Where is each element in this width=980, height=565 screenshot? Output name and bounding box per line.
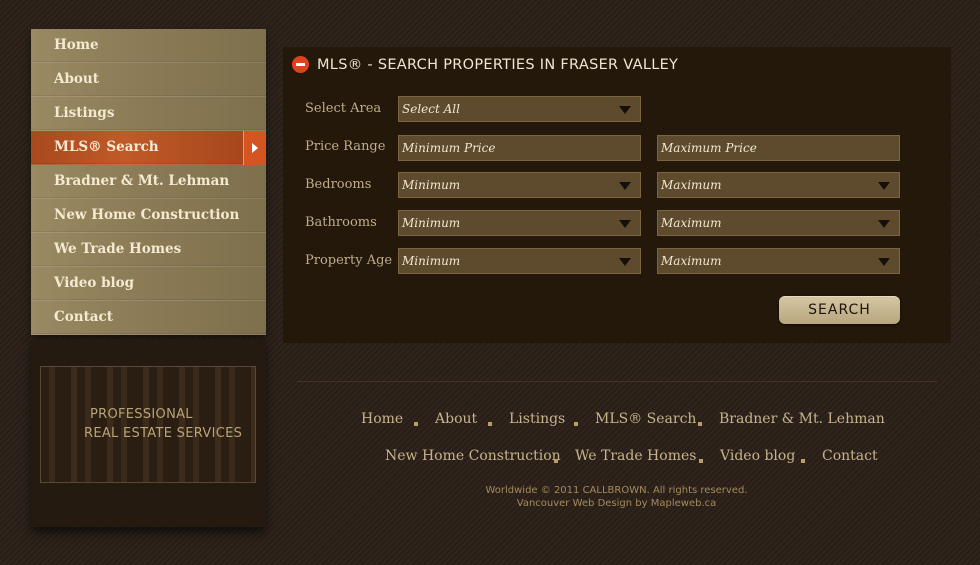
age-min-select[interactable]: Minimum — [398, 248, 641, 274]
sidebar-item-listings[interactable]: Listings — [31, 97, 266, 131]
dropdown-arrow-icon — [878, 220, 890, 228]
footer-link-we-trade-homes[interactable]: We Trade Homes — [575, 448, 696, 464]
sidebar-item-about[interactable]: About — [31, 63, 266, 97]
footer-link-new-home-construction[interactable]: New Home Construction — [385, 448, 561, 464]
promo-text: PROFESSIONAL — [90, 407, 193, 422]
min-price-input[interactable]: Minimum Price — [398, 135, 641, 161]
sidebar-item-bradner[interactable]: Bradner & Mt. Lehman — [31, 165, 266, 199]
area-select-value: Select All — [402, 102, 460, 116]
sidebar-item-contact[interactable]: Contact — [31, 301, 266, 335]
collapse-icon[interactable] — [292, 56, 309, 73]
select-value: Maximum — [661, 216, 722, 230]
footer-link-contact[interactable]: Contact — [822, 448, 878, 464]
sidebar-item-home[interactable]: Home — [31, 29, 266, 63]
sidebar-item-we-trade-homes[interactable]: We Trade Homes — [31, 233, 266, 267]
search-button[interactable]: SEARCH — [779, 296, 900, 324]
panel-title: MLS® - SEARCH PROPERTIES IN FRASER VALLE… — [317, 56, 679, 73]
separator-dot — [488, 422, 492, 426]
sidebar: Home About Listings MLS® Search Bradner … — [31, 29, 266, 527]
dropdown-arrow-icon — [878, 258, 890, 266]
copyright-text: Worldwide © 2011 CALLBROWN. All rights r… — [485, 485, 748, 496]
select-value: Maximum — [661, 178, 722, 192]
footer-link-bradner[interactable]: Bradner & Mt. Lehman — [719, 411, 885, 427]
select-value: Minimum — [402, 178, 461, 192]
promo-banner[interactable]: PROFESSIONAL REAL ESTATE SERVICES — [40, 366, 256, 483]
separator-dot — [699, 459, 703, 463]
dropdown-arrow-icon — [878, 182, 890, 190]
bathrooms-label: Bathrooms — [305, 215, 377, 230]
promo-text: REAL ESTATE SERVICES — [84, 426, 243, 441]
footer-link-about[interactable]: About — [435, 411, 477, 427]
sidebar-item-mls-search[interactable]: MLS® Search — [31, 131, 266, 165]
bathrooms-max-select[interactable]: Maximum — [657, 210, 900, 236]
dropdown-arrow-icon — [619, 182, 631, 190]
age-max-select[interactable]: Maximum — [657, 248, 900, 274]
footer-link-mls-search[interactable]: MLS® Search — [595, 411, 696, 427]
area-label: Select Area — [305, 101, 382, 116]
bedrooms-label: Bedrooms — [305, 177, 372, 192]
mls-search-panel: MLS® - SEARCH PROPERTIES IN FRASER VALLE… — [283, 47, 951, 343]
separator-dot — [414, 422, 418, 426]
separator-dot — [554, 459, 558, 463]
separator-dot — [698, 422, 702, 426]
footer-link-home[interactable]: Home — [361, 411, 403, 427]
property-age-label: Property Age — [305, 253, 393, 268]
select-value: Minimum — [402, 254, 461, 268]
dropdown-arrow-icon — [619, 106, 631, 114]
bedrooms-min-select[interactable]: Minimum — [398, 172, 641, 198]
select-value: Maximum — [661, 254, 722, 268]
sidebar-item-new-home-construction[interactable]: New Home Construction — [31, 199, 266, 233]
sidebar-nav: Home About Listings MLS® Search Bradner … — [31, 29, 266, 335]
footer-link-listings[interactable]: Listings — [509, 411, 565, 427]
sidebar-item-label: MLS® Search — [54, 139, 159, 155]
bedrooms-max-select[interactable]: Maximum — [657, 172, 900, 198]
dropdown-arrow-icon — [619, 258, 631, 266]
separator-dot — [574, 422, 578, 426]
area-select[interactable]: Select All — [398, 96, 641, 122]
dropdown-arrow-icon — [619, 220, 631, 228]
footer-divider — [297, 381, 937, 382]
chevron-right-icon — [243, 131, 266, 165]
credit-link[interactable]: Vancouver Web Design by Mapleweb.ca — [0, 498, 980, 509]
panel-header: MLS® - SEARCH PROPERTIES IN FRASER VALLE… — [292, 56, 678, 73]
max-price-input[interactable]: Maximum Price — [657, 135, 900, 161]
sidebar-item-video-blog[interactable]: Video blog — [31, 267, 266, 301]
select-value: Minimum — [402, 216, 461, 230]
separator-dot — [801, 459, 805, 463]
footer-link-video-blog[interactable]: Video blog — [720, 448, 795, 464]
price-range-label: Price Range — [305, 139, 386, 154]
bathrooms-min-select[interactable]: Minimum — [398, 210, 641, 236]
